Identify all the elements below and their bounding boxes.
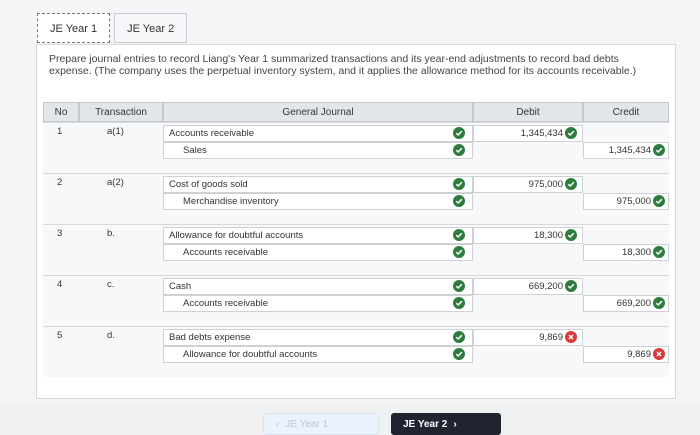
entry-number: 3 xyxy=(57,228,63,239)
debit-account-name: Cash xyxy=(169,281,192,292)
entry-number: 4 xyxy=(57,279,63,290)
check-icon xyxy=(653,297,665,309)
check-icon xyxy=(565,178,577,190)
check-icon xyxy=(653,195,665,207)
debit-account-name: Cost of goods sold xyxy=(169,179,248,190)
debit-account-name: Bad debts expense xyxy=(169,332,251,343)
credit-amount: 1,345,434 xyxy=(608,145,651,156)
tab-bar: JE Year 1 JE Year 2 xyxy=(37,13,191,45)
header-general-journal: General Journal xyxy=(163,102,473,122)
debit-amount: 9,869 xyxy=(539,332,563,343)
header-no: No xyxy=(43,102,79,122)
debit-amount: 1,345,434 xyxy=(520,128,563,139)
credit-account-name: Allowance for doubtful accounts xyxy=(183,349,318,360)
credit-amount: 9,869 xyxy=(627,349,651,360)
transaction-label: b. xyxy=(107,228,115,239)
check-icon xyxy=(453,246,465,258)
prev-button[interactable]: ‹ JE Year 1 xyxy=(263,413,379,435)
tab-je-year-1[interactable]: JE Year 1 xyxy=(37,13,111,43)
header-debit: Debit xyxy=(473,102,583,122)
chevron-left-icon: ‹ xyxy=(276,418,280,430)
check-icon xyxy=(453,195,465,207)
check-icon xyxy=(653,246,665,258)
transaction-label: a(2) xyxy=(107,177,124,188)
check-icon xyxy=(453,331,465,343)
credit-account-name: Sales xyxy=(183,145,207,156)
content-panel: Prepare journal entries to record Liang'… xyxy=(36,44,676,435)
credit-amount: 18,300 xyxy=(621,247,651,258)
debit-amount: 975,000 xyxy=(528,179,563,190)
credit-amount: 975,000 xyxy=(616,196,651,207)
header-transaction: Transaction xyxy=(79,102,163,122)
credit-amount: 669,200 xyxy=(616,298,651,309)
x-icon xyxy=(653,348,665,360)
transaction-label: c. xyxy=(107,279,115,290)
instructions-text: Prepare journal entries to record Liang'… xyxy=(49,53,637,77)
debit-amount: 669,200 xyxy=(528,281,563,292)
x-icon xyxy=(565,331,577,343)
check-icon xyxy=(453,127,465,139)
debit-account-name: Allowance for doubtful accounts xyxy=(169,230,304,241)
check-icon xyxy=(453,297,465,309)
check-icon xyxy=(453,178,465,190)
check-icon xyxy=(653,144,665,156)
credit-account-name: Accounts receivable xyxy=(183,247,269,258)
check-icon xyxy=(565,127,577,139)
chevron-right-icon: › xyxy=(453,418,457,430)
debit-account-field[interactable] xyxy=(163,278,473,295)
entry-number: 1 xyxy=(57,126,63,137)
journal-table: No Transaction General Journal Debit Cre… xyxy=(43,102,669,408)
prev-label: JE Year 1 xyxy=(285,418,329,430)
credit-account-field[interactable] xyxy=(163,142,473,159)
debit-account-name: Accounts receivable xyxy=(169,128,255,139)
transaction-label: a(1) xyxy=(107,126,124,137)
debit-amount: 18,300 xyxy=(533,230,563,241)
check-icon xyxy=(565,280,577,292)
check-icon xyxy=(565,229,577,241)
entry-number: 5 xyxy=(57,330,63,341)
entry-number: 2 xyxy=(57,177,63,188)
next-label: JE Year 2 xyxy=(403,418,448,430)
check-icon xyxy=(453,280,465,292)
credit-account-name: Merchandise inventory xyxy=(183,196,279,207)
page: JE Year 1 JE Year 2 Prepare journal entr… xyxy=(0,0,700,435)
transaction-label: d. xyxy=(107,330,115,341)
tab-je-year-2[interactable]: JE Year 2 xyxy=(114,13,188,43)
check-icon xyxy=(453,229,465,241)
header-credit: Credit xyxy=(583,102,669,122)
next-button[interactable]: JE Year 2 › xyxy=(391,413,501,435)
check-icon xyxy=(453,348,465,360)
credit-account-name: Accounts receivable xyxy=(183,298,269,309)
check-icon xyxy=(453,144,465,156)
